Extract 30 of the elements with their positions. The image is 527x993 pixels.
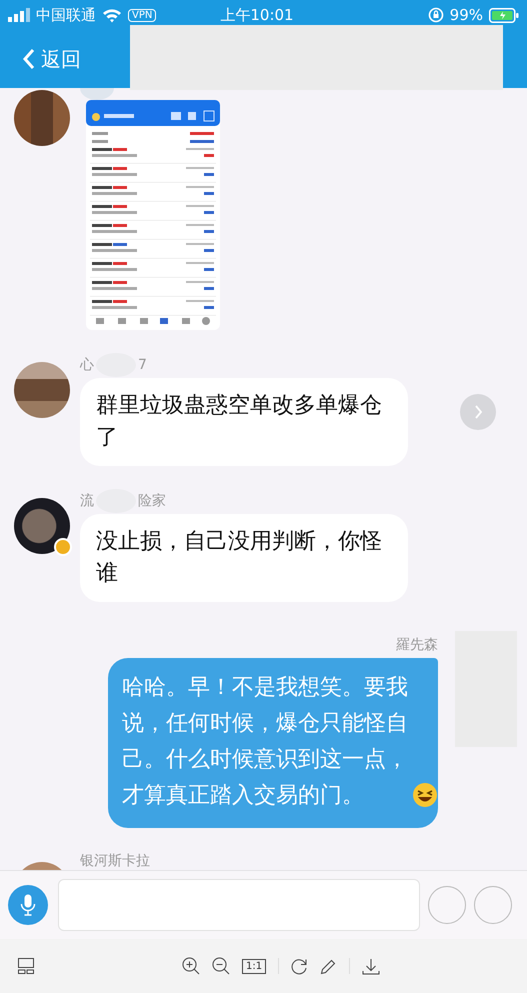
sender-name: 羅先森	[396, 636, 438, 654]
battery-icon	[489, 8, 519, 22]
voice-button[interactable]	[8, 885, 48, 925]
chevron-left-icon	[22, 48, 35, 70]
sender-name: 心	[80, 356, 94, 374]
clock-time: 上午10:01	[220, 6, 294, 24]
zoom-in-icon[interactable]	[182, 957, 200, 975]
download-icon[interactable]	[362, 958, 380, 974]
wifi-icon	[102, 8, 122, 22]
chevron-right-icon	[474, 405, 482, 419]
sender-name: 流	[80, 492, 94, 510]
zoom-out-icon[interactable]	[212, 957, 230, 975]
message-input-field[interactable]	[58, 879, 420, 931]
sender-name: 7	[138, 357, 147, 373]
actual-size-button[interactable]: 1:1	[242, 958, 266, 974]
rotate-icon[interactable]	[291, 958, 308, 974]
rotation-lock-icon	[428, 7, 444, 23]
sender-name: 险家	[138, 492, 166, 510]
message-text: 没止损，自己没用判断，你怪谁	[96, 529, 382, 586]
message-text: 哈哈。早！不是我想笑。要我说，任何时候，爆仓只能怪自己。什么时候意识到这一点，才算真正踏入交易的门。	[122, 674, 408, 810]
carrier-name: 中国联通	[36, 6, 96, 24]
vpn-badge: VPN	[128, 8, 156, 22]
battery-percent: 99%	[450, 6, 483, 24]
signal-icon	[8, 8, 30, 22]
microphone-icon	[20, 894, 36, 916]
trading-screenshot-drawing[interactable]	[86, 100, 220, 330]
sender-name: 银河斯卡拉	[80, 852, 150, 870]
layout-icon[interactable]	[18, 958, 34, 974]
pencil-icon[interactable]	[320, 958, 338, 974]
message-text: 群里垃圾蛊惑空单改多单爆仓了	[96, 393, 382, 450]
